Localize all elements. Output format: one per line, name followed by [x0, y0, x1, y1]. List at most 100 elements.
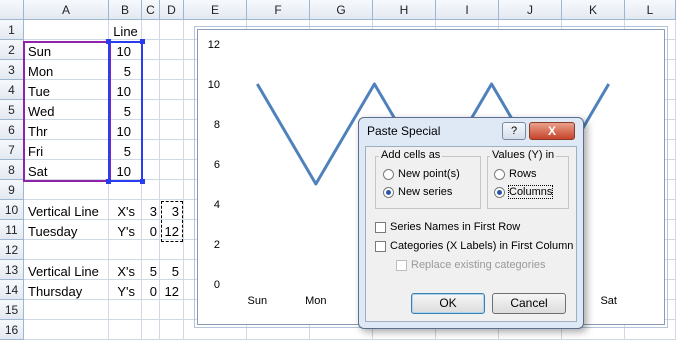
col-header-h[interactable]: H — [373, 0, 436, 20]
col-header-f[interactable]: F — [247, 0, 310, 20]
cell-d13[interactable]: 5 — [160, 262, 181, 281]
select-all-corner[interactable] — [0, 0, 24, 20]
grid-cell[interactable] — [109, 320, 142, 340]
grid-cell[interactable] — [160, 300, 184, 320]
close-button[interactable]: X — [529, 122, 575, 140]
grid-cell[interactable] — [24, 300, 109, 320]
cell-a5[interactable]: Wed — [26, 102, 57, 121]
cell-b4[interactable]: 10 — [109, 82, 133, 101]
grid-cell[interactable] — [142, 100, 160, 120]
row-header[interactable]: 4 — [0, 80, 24, 100]
col-header-e[interactable]: E — [184, 0, 247, 20]
cell-b11[interactable]: Y's — [109, 222, 137, 241]
cell-c13[interactable]: 5 — [142, 262, 159, 281]
row-header[interactable]: 7 — [0, 140, 24, 160]
col-header-c[interactable]: C — [142, 0, 160, 20]
range-handle[interactable] — [106, 179, 111, 184]
cell-b10[interactable]: X's — [109, 202, 137, 221]
grid-cell[interactable] — [142, 240, 160, 260]
cell-d14[interactable]: 12 — [160, 282, 181, 301]
col-header-b[interactable]: B — [109, 0, 142, 20]
cell-a10[interactable]: Vertical Line — [26, 202, 101, 221]
row-header[interactable]: 5 — [0, 100, 24, 120]
grid-cell[interactable] — [142, 120, 160, 140]
rows-option[interactable]: Rows — [494, 168, 537, 180]
col-header-j[interactable]: J — [499, 0, 562, 20]
cancel-button[interactable]: Cancel — [492, 293, 566, 314]
columns-option[interactable]: Columns — [494, 185, 554, 199]
grid-cell[interactable] — [160, 100, 184, 120]
col-header-l[interactable]: L — [625, 0, 676, 20]
columns-radio[interactable] — [494, 186, 505, 198]
row-header[interactable]: 2 — [0, 40, 24, 60]
new-series-radio[interactable] — [383, 186, 394, 198]
grid-cell[interactable] — [160, 180, 184, 200]
grid-cell[interactable] — [160, 320, 184, 340]
cell-a4[interactable]: Tue — [26, 82, 52, 101]
cell-a14[interactable]: Thursday — [26, 282, 84, 301]
cell-b6[interactable]: 10 — [109, 122, 133, 141]
cell-b13[interactable]: X's — [109, 262, 137, 281]
row-header[interactable]: 16 — [0, 320, 24, 340]
cell-a3[interactable]: Mon — [26, 62, 55, 81]
grid-cell[interactable] — [142, 60, 160, 80]
cell-a11[interactable]: Tuesday — [26, 222, 79, 241]
cell-c11[interactable]: 0 — [142, 222, 159, 241]
col-header-i[interactable]: I — [436, 0, 499, 20]
series-names-check[interactable] — [375, 221, 386, 233]
grid-cell[interactable] — [160, 240, 184, 260]
cell-b8[interactable]: 10 — [109, 162, 133, 181]
row-header[interactable]: 1 — [0, 20, 24, 40]
grid-cell[interactable] — [109, 180, 142, 200]
grid-cell[interactable] — [109, 240, 142, 260]
row-header[interactable]: 12 — [0, 240, 24, 260]
cell-b14[interactable]: Y's — [109, 282, 137, 301]
grid-cell[interactable] — [142, 160, 160, 180]
grid-cell[interactable] — [160, 60, 184, 80]
ok-button[interactable]: OK — [411, 293, 485, 314]
cell-b5[interactable]: 5 — [109, 102, 133, 121]
cell-a13[interactable]: Vertical Line — [26, 262, 101, 281]
categories-checkbox[interactable]: Categories (X Labels) in First Column — [375, 240, 573, 252]
col-header-a[interactable]: A — [24, 0, 109, 20]
cell-a6[interactable]: Thr — [26, 122, 50, 141]
cell-d11[interactable]: 12 — [160, 222, 181, 241]
row-header[interactable]: 8 — [0, 160, 24, 180]
grid-cell[interactable] — [24, 20, 109, 40]
row-header[interactable]: 15 — [0, 300, 24, 320]
cell-a8[interactable]: Sat — [26, 162, 50, 181]
row-header[interactable]: 3 — [0, 60, 24, 80]
cell-c10[interactable]: 3 — [142, 202, 159, 221]
grid-cell[interactable] — [160, 20, 184, 40]
grid-cell[interactable] — [24, 240, 109, 260]
range-handle[interactable] — [140, 39, 145, 44]
row-header[interactable]: 10 — [0, 200, 24, 220]
grid-cell[interactable] — [160, 140, 184, 160]
row-header[interactable]: 6 — [0, 120, 24, 140]
row-header[interactable]: 11 — [0, 220, 24, 240]
cell-c14[interactable]: 0 — [142, 282, 159, 301]
cell-b7[interactable]: 5 — [109, 142, 133, 161]
row-header[interactable]: 13 — [0, 260, 24, 280]
series-names-checkbox[interactable]: Series Names in First Row — [375, 221, 520, 233]
cell-b1[interactable]: Line — [109, 22, 142, 41]
cell-a7[interactable]: Fri — [26, 142, 45, 161]
categories-check[interactable] — [375, 240, 386, 252]
rows-radio[interactable] — [494, 168, 505, 180]
new-points-radio[interactable] — [383, 168, 394, 180]
row-header[interactable]: 9 — [0, 180, 24, 200]
grid-cell[interactable] — [142, 300, 160, 320]
range-handle[interactable] — [140, 179, 145, 184]
grid-cell[interactable] — [142, 140, 160, 160]
grid-cell[interactable] — [160, 80, 184, 100]
col-header-d[interactable]: D — [160, 0, 184, 20]
grid-cell[interactable] — [160, 40, 184, 60]
range-handle[interactable] — [106, 39, 111, 44]
col-header-k[interactable]: K — [562, 0, 625, 20]
cell-a2[interactable]: Sun — [26, 42, 53, 61]
cell-d10[interactable]: 3 — [160, 202, 181, 221]
grid-cell[interactable] — [160, 160, 184, 180]
grid-cell[interactable] — [24, 180, 109, 200]
cell-b2[interactable]: 10 — [109, 42, 133, 61]
help-button[interactable]: ? — [502, 122, 526, 140]
